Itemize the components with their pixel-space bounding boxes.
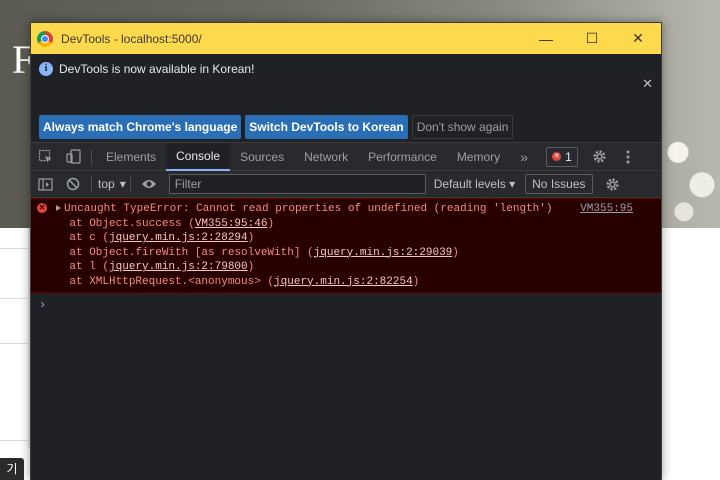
error-icon: ✕ [37, 203, 47, 213]
live-expression-eye-icon[interactable] [135, 170, 163, 198]
stack-frame-text: ) [452, 246, 459, 259]
tab-elements[interactable]: Elements [96, 143, 166, 171]
language-infobar: i DevTools is now available in Korean! ✕… [31, 54, 661, 143]
page-divider [0, 248, 30, 249]
close-window-button[interactable]: ✕ [615, 23, 661, 54]
error-source-link[interactable]: VM355:95 [580, 203, 633, 215]
page-divider [0, 298, 30, 299]
chrome-logo-icon [37, 30, 53, 47]
console-toolbar: top ▾ Filter Default levels ▾ No Issues [31, 171, 661, 198]
stack-frame-text: at XMLHttpRequest.<anonymous> ( [43, 275, 275, 288]
stack-frame: at XMLHttpRequest.<anonymous> (jquery.mi… [31, 276, 661, 291]
stack-frame: at l (jquery.min.js:2:79800) [31, 261, 661, 276]
page-divider [0, 440, 30, 441]
tab-network[interactable]: Network [294, 143, 358, 171]
toolbar-separator [91, 148, 92, 165]
stack-frame-text: ) [412, 275, 420, 288]
tab-performance[interactable]: Performance [358, 143, 447, 171]
console-output: ✕ Uncaught TypeError: Cannot read proper… [31, 198, 661, 480]
toggle-sidebar-icon[interactable] [31, 170, 59, 198]
inspect-element-icon[interactable] [31, 143, 59, 171]
stack-trace: at Object.success (VM355:95:46) at c (jq… [31, 218, 661, 291]
infobar-message: DevTools is now available in Korean! [59, 62, 255, 76]
filter-input[interactable]: Filter [168, 174, 426, 194]
error-count: 1 [565, 149, 572, 164]
console-settings-gear-icon[interactable] [599, 170, 627, 198]
chevron-down-icon: ▾ [119, 177, 126, 191]
stack-frame-text: at Object.success ( [43, 217, 195, 230]
hero-flowers [660, 120, 720, 228]
context-selector[interactable]: top ▾ [98, 177, 126, 191]
close-infobar-icon[interactable]: ✕ [642, 76, 653, 92]
stack-frame-link[interactable]: jquery.min.js:2:29039 [314, 247, 453, 259]
stack-frame-text: ) [267, 217, 275, 230]
maximize-button[interactable]: ☐ [569, 23, 615, 54]
stack-frame-link[interactable]: jquery.min.js:2:28294 [109, 232, 248, 244]
stack-frame-text: ) [247, 232, 255, 244]
console-error-entry[interactable]: ✕ Uncaught TypeError: Cannot read proper… [31, 198, 661, 293]
tab-console[interactable]: Console [166, 142, 231, 171]
log-levels-dropdown[interactable]: Default levels ▾ [434, 177, 515, 191]
stack-frame-text: at Object.fireWith [as resolveWith] ( [43, 246, 314, 259]
match-chrome-language-button[interactable]: Always match Chrome's language [39, 115, 242, 139]
context-label: top [98, 177, 115, 191]
tab-memory[interactable]: Memory [447, 143, 510, 171]
stack-frame-text: at l ( [43, 261, 110, 273]
clear-console-icon[interactable] [59, 170, 87, 198]
stack-frame: at Object.success (VM355:95:46) [31, 218, 661, 233]
switch-to-korean-button[interactable]: Switch DevTools to Korean [245, 115, 408, 139]
stack-frame: at c (jquery.min.js:2:28294) [31, 232, 661, 247]
window-title: DevTools - localhost:5000/ [61, 31, 202, 46]
more-tabs-icon[interactable]: » [510, 143, 538, 171]
log-levels-label: Default levels [433, 177, 506, 191]
stack-frame-link[interactable]: VM355:95:46 [195, 218, 268, 230]
devtools-tabbar: Elements Console Sources Network Perform… [31, 142, 661, 171]
console-prompt[interactable]: › [39, 298, 46, 312]
minimize-button[interactable]: — [523, 23, 569, 54]
more-options-icon[interactable] [614, 143, 642, 171]
expand-triangle-icon[interactable] [56, 205, 61, 211]
issues-button[interactable]: No Issues [525, 174, 593, 194]
toolbar-separator [91, 176, 92, 192]
window-titlebar[interactable]: DevTools - localhost:5000/ — ☐ ✕ [31, 23, 661, 54]
stack-frame-text: ) [247, 261, 255, 273]
stack-frame-text: at c ( [43, 232, 110, 244]
tab-sources[interactable]: Sources [230, 143, 294, 171]
chevron-down-icon: ▾ [509, 177, 516, 191]
error-message: Uncaught TypeError: Cannot read properti… [64, 203, 553, 215]
stack-frame-link[interactable]: jquery.min.js:2:79800 [109, 261, 248, 273]
info-icon: i [39, 62, 53, 76]
error-count-badge[interactable]: ✕ 1 [546, 146, 578, 167]
dont-show-again-button[interactable]: Don't show again [411, 115, 514, 139]
stack-frame: at Object.fireWith [as resolveWith] (jqu… [31, 247, 661, 262]
error-icon: ✕ [552, 152, 562, 161]
page-button[interactable]: 기 [0, 458, 24, 480]
device-toolbar-icon[interactable] [59, 143, 87, 171]
toolbar-separator [129, 176, 131, 192]
devtools-window: DevTools - localhost:5000/ — ☐ ✕ i DevTo… [30, 22, 662, 480]
settings-gear-icon[interactable] [586, 143, 614, 171]
page-divider [0, 343, 30, 344]
stack-frame-link[interactable]: jquery.min.js:2:82254 [274, 276, 413, 288]
